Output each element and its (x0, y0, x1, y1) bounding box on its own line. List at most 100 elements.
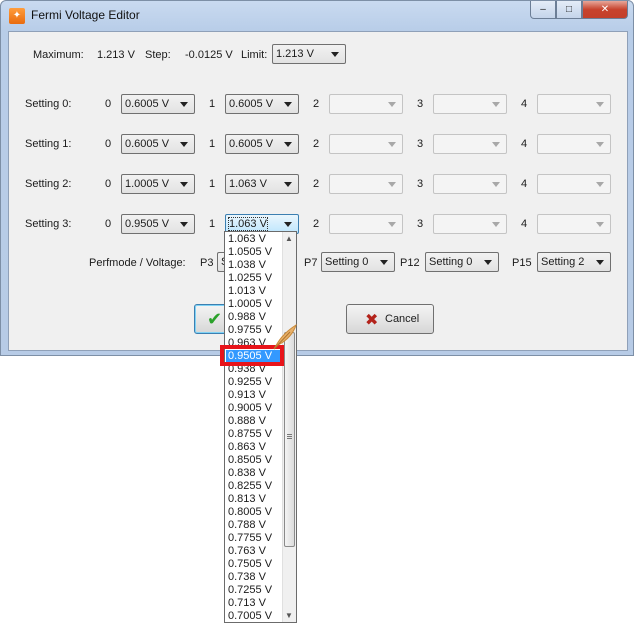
setting-2-slot-0-dropdown[interactable]: 1.0005 V (121, 174, 195, 194)
p15-value: Setting 2 (541, 256, 585, 268)
feather-icon (273, 323, 297, 350)
slot-number: 4 (521, 178, 528, 190)
limit-label: Limit: (241, 49, 268, 61)
chevron-down-icon (596, 260, 604, 265)
chevron-down-icon (492, 222, 500, 227)
dropdown-value: 1.0005 V (125, 178, 170, 190)
maximize-button[interactable]: □ (556, 1, 582, 19)
setting-label: Setting 2: (25, 178, 72, 190)
dropdown-item[interactable]: 0.863 V (226, 441, 284, 454)
slot-number: 3 (417, 138, 424, 150)
dropdown-item[interactable]: 0.763 V (226, 545, 284, 558)
p12-value: Setting 0 (429, 256, 473, 268)
setting-1-slot-0-dropdown[interactable]: 0.6005 V (121, 134, 195, 154)
cancel-button[interactable]: ✖ Cancel (346, 304, 434, 334)
slot-number: 1 (209, 218, 216, 230)
chevron-down-icon (388, 182, 396, 187)
title-bar[interactable]: ✦ Fermi Voltage Editor – □ ✕ (1, 1, 633, 31)
chevron-down-icon (596, 102, 604, 107)
dropdown-item[interactable]: 0.738 V (226, 571, 284, 584)
p7-dropdown[interactable]: Setting 0 (321, 252, 395, 272)
dropdown-item[interactable]: 0.7005 V (226, 610, 284, 622)
dropdown-item[interactable]: 0.913 V (226, 389, 284, 402)
dropdown-item[interactable]: 0.8255 V (226, 480, 284, 493)
slot-number: 0 (105, 138, 112, 150)
perfmode-label: Perfmode / Voltage: (89, 257, 186, 269)
dropdown-item[interactable]: 0.7755 V (226, 532, 284, 545)
p15-dropdown[interactable]: Setting 2 (537, 252, 611, 272)
setting-0-slot-0-dropdown[interactable]: 0.6005 V (121, 94, 195, 114)
setting-2-slot-2-dropdown (329, 174, 403, 194)
dropdown-item[interactable]: 1.038 V (226, 259, 284, 272)
dropdown-value: 0.9505 V (125, 218, 170, 230)
setting-label: Setting 0: (25, 98, 72, 110)
p12-dropdown[interactable]: Setting 0 (425, 252, 499, 272)
chevron-down-icon (180, 182, 188, 187)
maximum-value: 1.213 V (97, 49, 135, 61)
dropdown-item[interactable]: 0.713 V (226, 597, 284, 610)
slot-number: 4 (521, 218, 528, 230)
dropdown-item[interactable]: 0.7255 V (226, 584, 284, 597)
scroll-down-icon[interactable]: ▼ (285, 611, 293, 620)
maximum-label: Maximum: (33, 49, 84, 61)
dropdown-item[interactable]: 1.063 V (226, 233, 284, 246)
setting-3-slot-0-dropdown[interactable]: 0.9505 V (121, 214, 195, 234)
slot-number: 2 (313, 218, 320, 230)
chevron-down-icon (388, 142, 396, 147)
dropdown-item[interactable]: 0.9255 V (226, 376, 284, 389)
dropdown-item[interactable]: 0.8005 V (226, 506, 284, 519)
setting-0-slot-3-dropdown (433, 94, 507, 114)
slot-number: 0 (105, 178, 112, 190)
minimize-button[interactable]: – (530, 1, 556, 19)
dropdown-item[interactable]: 0.838 V (226, 467, 284, 480)
slot-number: 1 (209, 138, 216, 150)
dropdown-item[interactable]: 1.0255 V (226, 272, 284, 285)
dropdown-value: 0.6005 V (125, 138, 170, 150)
setting-2-slot-1-dropdown[interactable]: 1.063 V (225, 174, 299, 194)
setting-1-slot-2-dropdown (329, 134, 403, 154)
slot-number: 4 (521, 138, 528, 150)
chevron-down-icon (596, 222, 604, 227)
dropdown-item[interactable]: 1.0505 V (226, 246, 284, 259)
limit-value: 1.213 V (276, 48, 314, 60)
chevron-down-icon (380, 260, 388, 265)
slot-number: 1 (209, 178, 216, 190)
setting-3-slot-3-dropdown (433, 214, 507, 234)
slot-number: 2 (313, 138, 320, 150)
dropdown-value: 0.6005 V (229, 98, 274, 110)
dropdown-item[interactable]: 0.813 V (226, 493, 284, 506)
setting-0-slot-1-dropdown[interactable]: 0.6005 V (225, 94, 299, 114)
setting-2-slot-3-dropdown (433, 174, 507, 194)
x-icon: ✖ (365, 312, 379, 329)
scrollbar-thumb[interactable] (284, 332, 295, 547)
voltage-dropdown-list[interactable]: ▲ ▼ 1.063 V 1.0505 V 1.038 V 1.0255 V 1.013 … (224, 231, 297, 623)
grip-icon (287, 434, 292, 435)
dropdown-item[interactable]: 0.888 V (226, 415, 284, 428)
dropdown-item[interactable]: 1.013 V (226, 285, 284, 298)
chevron-down-icon (284, 102, 292, 107)
slot-number: 2 (313, 98, 320, 110)
slot-number: 3 (417, 98, 424, 110)
p7-label: P7 (304, 257, 318, 269)
setting-1-slot-1-dropdown[interactable]: 0.6005 V (225, 134, 299, 154)
close-button[interactable]: ✕ (582, 1, 628, 19)
p12-label: P12 (400, 257, 420, 269)
dropdown-scrollbar[interactable]: ▲ ▼ (282, 232, 296, 622)
p15-label: P15 (512, 257, 532, 269)
setting-3-slot-4-dropdown (537, 214, 611, 234)
dropdown-item[interactable]: 0.788 V (226, 519, 284, 532)
cancel-label: Cancel (385, 313, 420, 325)
dropdown-item[interactable]: 0.8505 V (226, 454, 284, 467)
scroll-up-icon[interactable]: ▲ (285, 234, 293, 243)
dropdown-item[interactable]: 1.0005 V (226, 298, 284, 311)
slot-number: 1 (209, 98, 216, 110)
client-area: Maximum: 1.213 V Step: -0.0125 V Limit: … (8, 31, 628, 351)
limit-dropdown[interactable]: 1.213 V (272, 44, 346, 64)
ok-button[interactable]: ✔ (194, 304, 228, 334)
dropdown-value: 0.6005 V (125, 98, 170, 110)
dropdown-item[interactable]: 0.7505 V (226, 558, 284, 571)
dropdown-item[interactable]: 0.9005 V (226, 402, 284, 415)
slot-number: 3 (417, 178, 424, 190)
dropdown-item[interactable]: 0.8755 V (226, 428, 284, 441)
chevron-down-icon (388, 102, 396, 107)
